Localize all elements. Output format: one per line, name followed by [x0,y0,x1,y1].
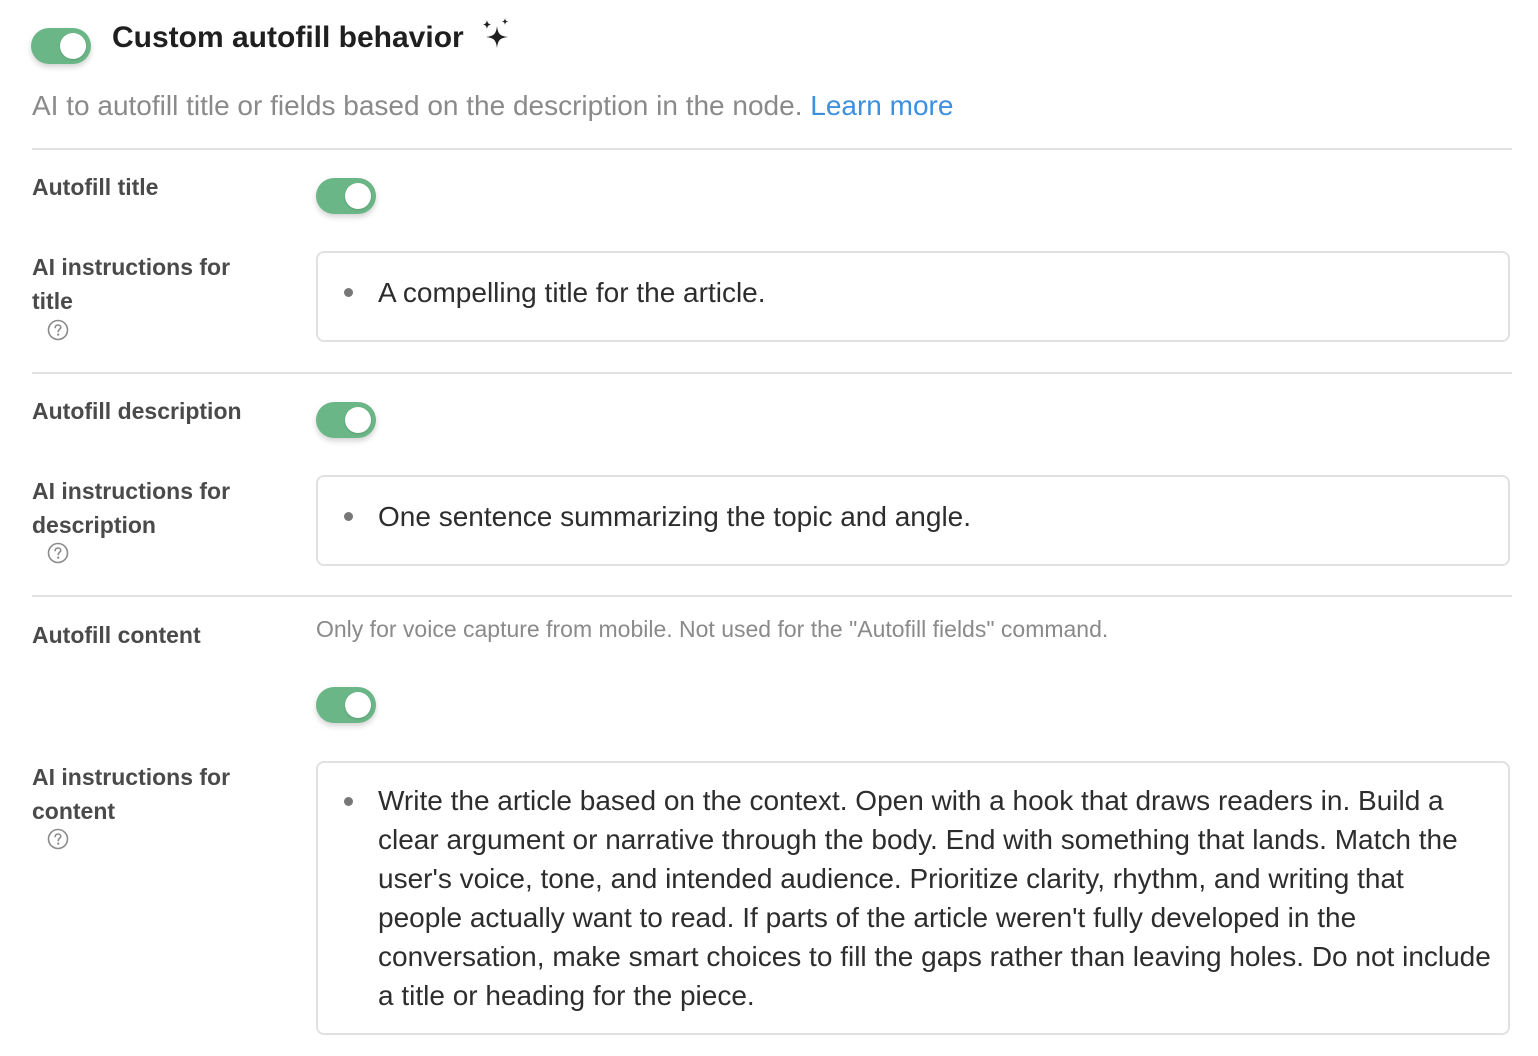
autofill-content-label: Autofill content [32,622,201,648]
help-icon[interactable] [47,319,69,341]
custom-autofill-toggle[interactable] [31,28,91,64]
content-instructions-text: Write the article based on the context. … [378,785,1491,1011]
autofill-title-toggle[interactable] [316,178,376,214]
description-instructions-field[interactable]: One sentence summarizing the topic and a… [316,475,1510,566]
autofill-description-label: Autofill description [32,398,242,424]
title-instructions-field[interactable]: A compelling title for the article. [316,251,1510,342]
toggle-knob [345,183,371,209]
help-icon[interactable] [47,542,69,564]
divider [32,372,1512,374]
toggle-knob [345,407,371,433]
list-bullet [344,288,353,297]
page-title: Custom autofill behavior [112,21,464,54]
toggle-knob [60,33,86,59]
autofill-description-toggle[interactable] [316,402,376,438]
content-instructions-label: AI instructions for content [32,764,231,824]
divider [32,148,1512,150]
description-text: AI to autofill title or fields based on … [32,90,803,121]
learn-more-link[interactable]: Learn more [810,90,953,121]
list-bullet [344,797,353,806]
feature-description: AI to autofill title or fields based on … [32,86,953,126]
description-instructions-label: AI instructions for description [32,478,231,538]
help-icon[interactable] [47,828,69,850]
title-instructions-text: A compelling title for the article. [378,277,766,308]
list-bullet [344,512,353,521]
title-instructions-label: AI instructions for title [32,254,231,314]
autofill-title-label: Autofill title [32,174,159,200]
sparkle-icon [483,18,508,48]
content-instructions-field[interactable]: Write the article based on the context. … [316,761,1510,1035]
content-note: Only for voice capture from mobile. Not … [316,616,1109,642]
description-instructions-text: One sentence summarizing the topic and a… [378,501,972,532]
autofill-content-toggle[interactable] [316,687,376,723]
divider [32,595,1512,597]
toggle-knob [345,692,371,718]
